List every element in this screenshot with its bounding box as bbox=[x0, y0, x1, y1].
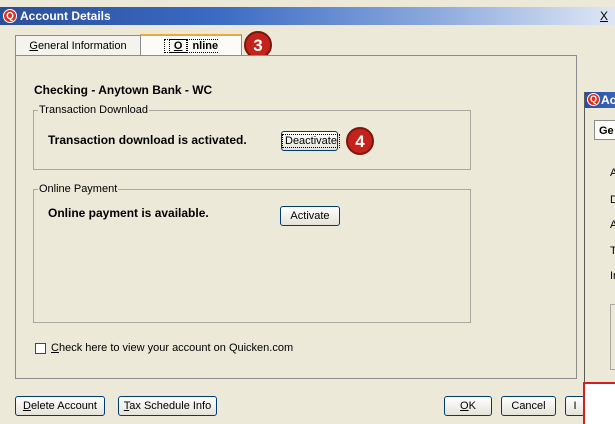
quicken-com-checkbox-label[interactable]: Check here to view your account on Quick… bbox=[51, 342, 293, 354]
tab-general-label: eneral Information bbox=[37, 40, 127, 52]
account-details-window: Q Account Details X General Information … bbox=[0, 0, 615, 424]
checkbox-label-text: heck here to view your account on Quicke… bbox=[58, 342, 294, 354]
deactivate-button[interactable]: Deactivate bbox=[281, 131, 340, 151]
background-window-title: Ac bbox=[601, 93, 615, 107]
delete-account-button[interactable]: Delete Account bbox=[15, 396, 105, 416]
transaction-download-legend: Transaction Download bbox=[39, 104, 149, 116]
close-icon[interactable]: X bbox=[600, 9, 608, 23]
checkbox-mnemonic: C bbox=[51, 342, 59, 354]
background-label-3: A bbox=[610, 219, 615, 231]
tab-general-mnemonic: G bbox=[29, 40, 38, 52]
activate-button[interactable]: Activate bbox=[280, 206, 340, 226]
background-label-1: A bbox=[610, 167, 615, 179]
online-payment-legend: Online Payment bbox=[39, 183, 118, 195]
deactivate-label: Deactivate bbox=[282, 134, 340, 148]
delete-label: elete Account bbox=[30, 400, 97, 412]
cancel-button[interactable]: Cancel bbox=[501, 396, 556, 416]
transaction-download-status: Transaction download is activated. bbox=[48, 133, 247, 147]
partial-button[interactable]: I bbox=[565, 396, 585, 416]
online-payment-group: Online Payment bbox=[33, 183, 471, 323]
window-title: Account Details bbox=[20, 9, 111, 23]
tax-label: ax Schedule Info bbox=[129, 400, 212, 412]
tab-online-mnemonic: O bbox=[168, 39, 188, 53]
ok-mnemonic: O bbox=[460, 400, 469, 412]
background-window-title-bar[interactable]: Q Ac bbox=[585, 92, 615, 108]
title-bar[interactable]: Q Account Details X bbox=[0, 7, 615, 25]
account-name: Checking - Anytown Bank - WC bbox=[34, 83, 213, 97]
callout-marker-4: 4 bbox=[346, 127, 374, 155]
tab-general-information[interactable]: General Information bbox=[15, 35, 141, 56]
online-payment-status: Online payment is available. bbox=[48, 206, 209, 220]
quicken-com-checkbox[interactable] bbox=[35, 343, 46, 354]
ok-label: K bbox=[468, 400, 476, 412]
background-label-5: Ir bbox=[610, 270, 615, 282]
background-account-window[interactable]: Q Ac Ge A D A T Ir bbox=[584, 92, 615, 424]
background-window-box bbox=[610, 304, 615, 370]
ok-button[interactable]: OK bbox=[444, 396, 492, 416]
background-label-2: D bbox=[610, 194, 615, 206]
background-label-4: T bbox=[610, 245, 615, 257]
background-window-tab[interactable]: Ge bbox=[594, 120, 615, 140]
quicken-logo-icon: Q bbox=[3, 9, 17, 23]
delete-mnemonic: D bbox=[22, 400, 31, 412]
quicken-logo-icon-2: Q bbox=[587, 93, 600, 106]
highlight-box bbox=[583, 382, 615, 424]
tax-schedule-info-button[interactable]: Tax Schedule Info bbox=[118, 396, 217, 416]
